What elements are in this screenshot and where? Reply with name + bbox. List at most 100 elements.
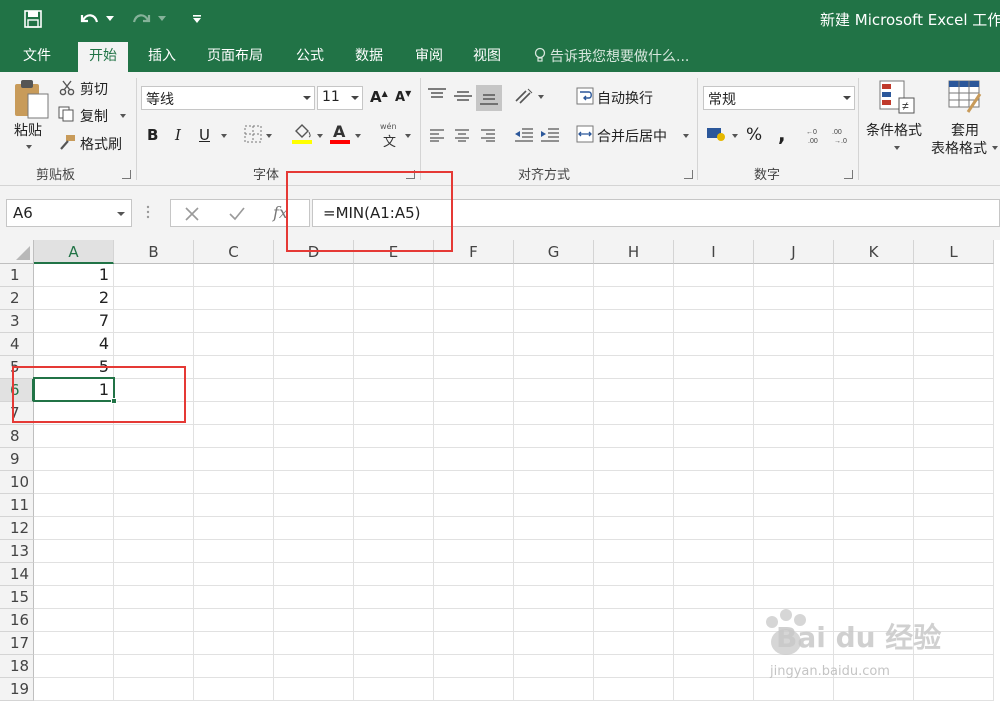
cell-h16[interactable] bbox=[594, 609, 674, 632]
cell-e4[interactable] bbox=[354, 333, 434, 356]
cell-b15[interactable] bbox=[114, 586, 194, 609]
phonetic-dropdown-icon[interactable] bbox=[405, 134, 411, 138]
cell-b16[interactable] bbox=[114, 609, 194, 632]
cell-g16[interactable] bbox=[514, 609, 594, 632]
underline-button[interactable]: U bbox=[199, 126, 210, 144]
bottom-align-icon[interactable] bbox=[476, 85, 502, 111]
cell-i14[interactable] bbox=[674, 563, 754, 586]
cell-j14[interactable] bbox=[754, 563, 834, 586]
increase-decimal-icon[interactable]: ←0.00 bbox=[806, 126, 826, 148]
cell-a12[interactable] bbox=[34, 517, 114, 540]
cell-c4[interactable] bbox=[194, 333, 274, 356]
cell-b2[interactable] bbox=[114, 287, 194, 310]
cell-k4[interactable] bbox=[834, 333, 914, 356]
cell-k6[interactable] bbox=[834, 379, 914, 402]
cut-button[interactable]: 剪切 bbox=[80, 79, 108, 99]
cell-a15[interactable] bbox=[34, 586, 114, 609]
cell-a17[interactable] bbox=[34, 632, 114, 655]
cell-l5[interactable] bbox=[914, 356, 994, 379]
cell-h12[interactable] bbox=[594, 517, 674, 540]
cell-g14[interactable] bbox=[514, 563, 594, 586]
cell-l2[interactable] bbox=[914, 287, 994, 310]
cell-c1[interactable] bbox=[194, 264, 274, 287]
cell-i10[interactable] bbox=[674, 471, 754, 494]
cell-b14[interactable] bbox=[114, 563, 194, 586]
cell-a11[interactable] bbox=[34, 494, 114, 517]
cell-b3[interactable] bbox=[114, 310, 194, 333]
tab-formulas[interactable]: 公式 bbox=[285, 42, 335, 72]
cell-d9[interactable] bbox=[274, 448, 354, 471]
cell-i18[interactable] bbox=[674, 655, 754, 678]
cell-i4[interactable] bbox=[674, 333, 754, 356]
cell-k8[interactable] bbox=[834, 425, 914, 448]
cell-a3[interactable]: 7 bbox=[34, 310, 114, 333]
cell-k9[interactable] bbox=[834, 448, 914, 471]
row-header-13[interactable]: 13 bbox=[0, 540, 34, 563]
cell-l7[interactable] bbox=[914, 402, 994, 425]
cell-g8[interactable] bbox=[514, 425, 594, 448]
cell-d19[interactable] bbox=[274, 678, 354, 701]
cell-i16[interactable] bbox=[674, 609, 754, 632]
cell-h9[interactable] bbox=[594, 448, 674, 471]
cell-a18[interactable] bbox=[34, 655, 114, 678]
cell-l10[interactable] bbox=[914, 471, 994, 494]
cell-f12[interactable] bbox=[434, 517, 514, 540]
cell-f7[interactable] bbox=[434, 402, 514, 425]
align-left-icon[interactable] bbox=[429, 128, 445, 146]
tab-view[interactable]: 视图 bbox=[462, 42, 512, 72]
column-header-a[interactable]: A bbox=[34, 240, 114, 264]
italic-button[interactable]: I bbox=[175, 126, 181, 144]
cell-a4[interactable]: 4 bbox=[34, 333, 114, 356]
row-header-15[interactable]: 15 bbox=[0, 586, 34, 609]
cell-j2[interactable] bbox=[754, 287, 834, 310]
cell-l8[interactable] bbox=[914, 425, 994, 448]
fill-color-icon[interactable] bbox=[292, 122, 314, 150]
cell-f15[interactable] bbox=[434, 586, 514, 609]
cell-i11[interactable] bbox=[674, 494, 754, 517]
alignment-launcher-icon[interactable] bbox=[684, 170, 693, 179]
cell-h10[interactable] bbox=[594, 471, 674, 494]
conditional-formatting-dropdown-icon[interactable] bbox=[894, 146, 900, 150]
column-header-k[interactable]: K bbox=[834, 240, 914, 264]
cell-i7[interactable] bbox=[674, 402, 754, 425]
cell-i9[interactable] bbox=[674, 448, 754, 471]
cell-b10[interactable] bbox=[114, 471, 194, 494]
row-header-1[interactable]: 1 bbox=[0, 264, 34, 287]
cell-b17[interactable] bbox=[114, 632, 194, 655]
clipboard-launcher-icon[interactable] bbox=[122, 170, 131, 179]
cell-g4[interactable] bbox=[514, 333, 594, 356]
cell-f19[interactable] bbox=[434, 678, 514, 701]
cell-g3[interactable] bbox=[514, 310, 594, 333]
underline-dropdown-icon[interactable] bbox=[221, 134, 227, 138]
cell-c18[interactable] bbox=[194, 655, 274, 678]
row-header-18[interactable]: 18 bbox=[0, 655, 34, 678]
cell-c5[interactable] bbox=[194, 356, 274, 379]
cell-d15[interactable] bbox=[274, 586, 354, 609]
cell-j8[interactable] bbox=[754, 425, 834, 448]
cell-e7[interactable] bbox=[354, 402, 434, 425]
tab-insert[interactable]: 插入 bbox=[137, 42, 187, 72]
cell-k1[interactable] bbox=[834, 264, 914, 287]
cell-d18[interactable] bbox=[274, 655, 354, 678]
decrease-decimal-icon[interactable]: .00 →.0 bbox=[832, 126, 852, 148]
cell-a2[interactable]: 2 bbox=[34, 287, 114, 310]
row-header-16[interactable]: 16 bbox=[0, 609, 34, 632]
column-header-i[interactable]: I bbox=[674, 240, 754, 264]
cell-e18[interactable] bbox=[354, 655, 434, 678]
row-header-4[interactable]: 4 bbox=[0, 333, 34, 356]
cell-i13[interactable] bbox=[674, 540, 754, 563]
cell-f18[interactable] bbox=[434, 655, 514, 678]
cell-k7[interactable] bbox=[834, 402, 914, 425]
fill-color-dropdown-icon[interactable] bbox=[317, 134, 323, 138]
row-header-10[interactable]: 10 bbox=[0, 471, 34, 494]
cell-h4[interactable] bbox=[594, 333, 674, 356]
cell-l6[interactable] bbox=[914, 379, 994, 402]
cell-i1[interactable] bbox=[674, 264, 754, 287]
format-as-table-line2[interactable]: 表格格式 bbox=[931, 138, 987, 158]
paste-icon[interactable] bbox=[12, 78, 50, 120]
cell-k10[interactable] bbox=[834, 471, 914, 494]
cell-a16[interactable] bbox=[34, 609, 114, 632]
column-header-g[interactable]: G bbox=[514, 240, 594, 264]
cell-g9[interactable] bbox=[514, 448, 594, 471]
borders-dropdown-icon[interactable] bbox=[266, 134, 272, 138]
